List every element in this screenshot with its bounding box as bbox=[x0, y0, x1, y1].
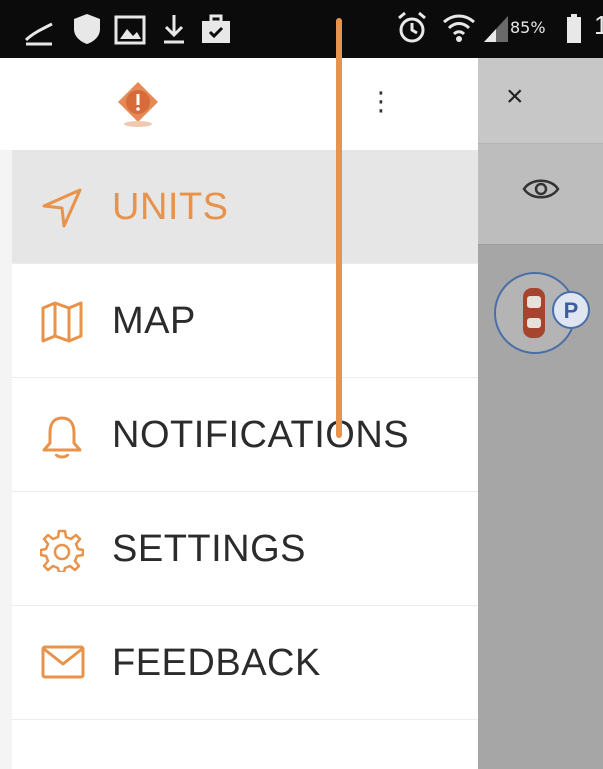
drawer-edge bbox=[0, 150, 12, 769]
drawer-item-units[interactable]: UNITS bbox=[12, 150, 478, 264]
close-icon[interactable]: × bbox=[506, 80, 524, 114]
drawer-item-settings[interactable]: SETTINGS bbox=[12, 492, 478, 606]
drawer-header: ⋮ bbox=[0, 58, 478, 150]
clock-text: 1 bbox=[594, 10, 603, 40]
eye-icon[interactable] bbox=[522, 176, 560, 202]
battery-icon bbox=[567, 14, 581, 43]
status-bar: 85% 1 bbox=[0, 0, 603, 58]
navigation-arrow-icon bbox=[42, 188, 82, 228]
overflow-menu-icon[interactable]: ⋮ bbox=[368, 86, 394, 117]
download-icon bbox=[164, 15, 184, 44]
map-icon bbox=[41, 301, 83, 343]
background-screen[interactable]: × P bbox=[478, 58, 603, 769]
signal-icon bbox=[484, 16, 508, 42]
gear-icon bbox=[40, 529, 84, 572]
drawer-item-label: SETTINGS bbox=[112, 528, 307, 570]
bell-icon bbox=[42, 416, 82, 459]
image-icon bbox=[114, 15, 146, 45]
drawer-item-feedback[interactable]: FEEDBACK bbox=[12, 606, 478, 720]
drawer-item-label: FEEDBACK bbox=[112, 642, 321, 684]
pin-logo-icon bbox=[118, 82, 158, 127]
alarm-icon bbox=[398, 11, 426, 43]
annotation-line bbox=[336, 18, 342, 438]
background-toolbar: × bbox=[478, 58, 603, 143]
shield-icon bbox=[74, 14, 100, 44]
navigation-drawer: ⋮ UNITS MAP NOTIFICATIONS SETTINGS FEEDB… bbox=[0, 58, 478, 769]
wifi-icon bbox=[443, 14, 475, 42]
drawer-item-map[interactable]: MAP bbox=[12, 264, 478, 378]
briefcase-icon bbox=[202, 14, 230, 43]
envelope-icon bbox=[41, 645, 85, 679]
battery-percent: 85% bbox=[510, 18, 546, 37]
drawer-item-label: UNITS bbox=[112, 186, 229, 228]
drawer-item-label: NOTIFICATIONS bbox=[112, 414, 410, 456]
cast-icon bbox=[24, 22, 53, 46]
drawer-item-label: MAP bbox=[112, 300, 196, 342]
parking-icon: P bbox=[564, 298, 579, 323]
drawer-item-notifications[interactable]: NOTIFICATIONS bbox=[12, 378, 478, 492]
car-icon[interactable]: P bbox=[493, 268, 593, 358]
